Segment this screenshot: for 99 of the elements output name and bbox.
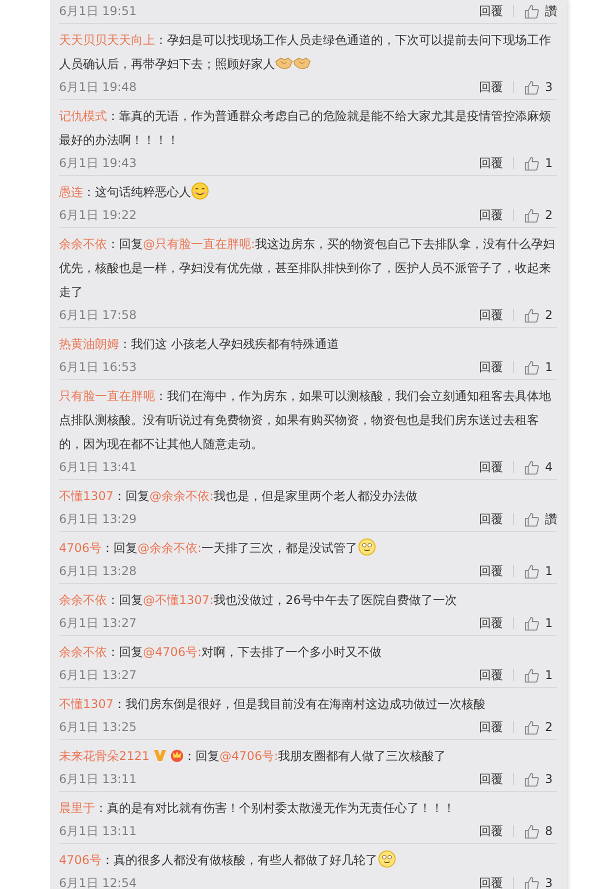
user-link[interactable]: 热黄油朗姆 [59,337,119,351]
comment-time: 6月1日 13:28 [59,562,137,580]
like-count: 讚 [545,2,557,20]
comment-text: 未来花骨朵2121 ：回复@4706号:我朋友圈都有人做了三次核酸了 [59,747,448,765]
like-count: 1 [545,616,554,630]
smiley-icon [378,850,396,868]
thumbs-up-icon[interactable] [524,460,539,474]
reply-link[interactable]: 回覆 [479,78,503,96]
user-link[interactable]: 余余不依 [59,593,107,607]
comment-time: 6月1日 17:58 [59,306,137,324]
user-link[interactable]: 未来花骨朵2121 [59,749,150,763]
comment-time: 6月1日 13:11 [59,770,137,788]
comment-text: 晨里于：真的是有对比就有伤害！个别村委太散漫无作为无责任心了！！！ [59,800,456,817]
like-count: 2 [545,208,554,222]
user-link[interactable]: 余余不依 [59,237,107,251]
comment-text: 4706号：回复@余余不依:一天排了三次，都是没试管了 [59,536,557,560]
comment-time: 6月1日 19:43 [59,154,137,172]
comment-text: 天天贝贝天天向上：孕妇是可以找现场工作人员走绿色通道的，下次可以提前去问下现场工作人员确认后，再带孕妇下去；照顾好家人 [59,32,552,74]
like-count: 3 [545,80,554,94]
like-count: 2 [545,720,554,734]
comment-time: 6月1日 13:25 [59,718,137,736]
mention-link[interactable]: @4706号: [143,645,202,659]
comment-text: 余余不依：回复@只有脸一直在胖呃:我这边房东，买的物资包自己下去排队拿，没有什么孕妇优先，核酸也是一样，孕妇没有优先做，甚至排队排快到你了，医护人员不派管子了，收起来走了 [59,236,556,301]
reply-link[interactable]: 回覆 [479,874,503,889]
like-count: 3 [545,772,554,786]
mention-link[interactable]: @只有脸一直在胖呃: [143,237,256,251]
reply-link[interactable]: 回覆 [479,770,503,788]
comment-text: 余余不依：回复@不懂1307:我也没做过，26号中午去了医院自费做了一次 [59,592,458,609]
user-link[interactable]: 晨里于 [59,801,95,815]
like-count: 3 [545,876,554,889]
smiley-icon [358,538,376,556]
comment-time: 6月1日 13:41 [59,458,137,476]
reply-link[interactable]: 回覆 [479,614,503,632]
thumbs-up-icon[interactable] [524,156,539,170]
thumbs-up-icon[interactable] [524,360,539,374]
reply-link[interactable]: 回覆 [479,458,503,476]
thumbs-up-icon[interactable] [524,876,539,889]
reply-link[interactable]: 回覆 [479,510,503,528]
comment-time: 6月1日 13:27 [59,614,137,632]
thumbs-up-icon[interactable] [524,616,539,630]
user-link[interactable]: 只有脸一直在胖呃 [59,389,155,403]
thumbs-up-icon[interactable] [524,824,539,838]
user-link[interactable]: 天天贝贝天天向上 [59,33,155,47]
thumbs-up-icon[interactable] [524,512,539,526]
comment-time: 6月1日 19:48 [59,78,137,96]
user-link[interactable]: 不懂1307 [59,489,114,503]
comment-text: 热黄油朗姆：我们这 小孩老人孕妇残疾都有特殊通道 [59,336,340,353]
comment-text: 不懂1307：回复@余余不依:我也是，但是家里两个老人都没办法做 [59,488,419,505]
like-count: 讚 [545,510,557,528]
like-count: 1 [545,564,554,578]
comment-time: 6月1日 12:54 [59,874,137,889]
thumbs-up-icon[interactable] [524,668,539,682]
mention-link[interactable]: @不懂1307: [143,593,214,607]
v-badge-icon [152,748,167,762]
comment-time: 6月1日 13:27 [59,666,137,684]
comment-time: 6月1日 16:53 [59,358,137,376]
mention-link[interactable]: @4706号: [220,749,278,763]
comment-text: 余余不依：回复@4706号:对啊，下去排了一个多小时又不做 [59,644,383,661]
comment-time: 6月1日 19:51 [59,2,137,20]
crown-badge-icon [170,748,184,762]
reply-link[interactable]: 回覆 [479,154,503,172]
user-link[interactable]: 愚连 [59,185,83,199]
like-count: 1 [545,156,554,170]
reply-link[interactable]: 回覆 [479,718,503,736]
comment-text: 不懂1307：我们房东倒是很好，但是我目前没有在海南村这边成功做过一次核酸 [59,696,487,713]
thumbs-up-icon[interactable] [524,772,539,786]
mention-link[interactable]: @余余不依: [138,541,202,555]
comment-text: 4706号：真的很多人都没有做核酸，有些人都做了好几轮了 [59,848,557,872]
reply-link[interactable]: 回覆 [479,206,503,224]
reply-link[interactable]: 回覆 [479,2,503,20]
user-link[interactable]: 余余不依 [59,645,107,659]
reply-link[interactable]: 回覆 [479,306,503,324]
comment-time: 6月1日 19:22 [59,206,137,224]
user-link[interactable]: 记仇模式 [59,109,107,123]
reply-link[interactable]: 回覆 [479,562,503,580]
user-link[interactable]: 不懂1307 [59,697,114,711]
thumbs-up-icon[interactable] [524,208,539,222]
user-link[interactable]: 4706号 [59,541,102,555]
comment-text: 只有脸一直在胖呃：我们在海中，作为房东，如果可以测核酸，我们会立刻通知租客去具体地点排队测核酸。没有听说过有免费物资，如果有购买物资，物资包也是我们房东送过去租客的，因为现在都不让其他人随意走动。 [59,388,552,453]
like-count: 8 [545,824,554,838]
comment-text: 愚连：这句话纯粹恶心人 [59,180,557,204]
user-link[interactable]: 4706号 [59,853,102,867]
reply-link[interactable]: 回覆 [479,822,503,840]
thumbs-up-icon[interactable] [524,564,539,578]
reply-link[interactable]: 回覆 [479,666,503,684]
thumbs-up-icon[interactable] [524,80,539,94]
like-count: 1 [545,360,554,374]
mention-link[interactable]: @余余不依: [150,489,214,503]
reply-link[interactable]: 回覆 [479,358,503,376]
like-count: 4 [545,460,554,474]
thumbs-up-icon[interactable] [524,308,539,322]
comment-time: 6月1日 13:11 [59,822,137,840]
smiley-icon [191,182,209,200]
comment-text: 记仇模式：靠真的无语，作为普通群众考虑自己的危险就是能不给大家尤其是疫情管控添麻烦最好的办法啊！！！！ [59,108,552,149]
like-count: 2 [545,308,554,322]
thumbs-up-icon[interactable] [524,4,539,18]
like-count: 1 [545,668,554,682]
thumbs-up-icon[interactable] [524,720,539,734]
comment-time: 6月1日 13:29 [59,510,137,528]
